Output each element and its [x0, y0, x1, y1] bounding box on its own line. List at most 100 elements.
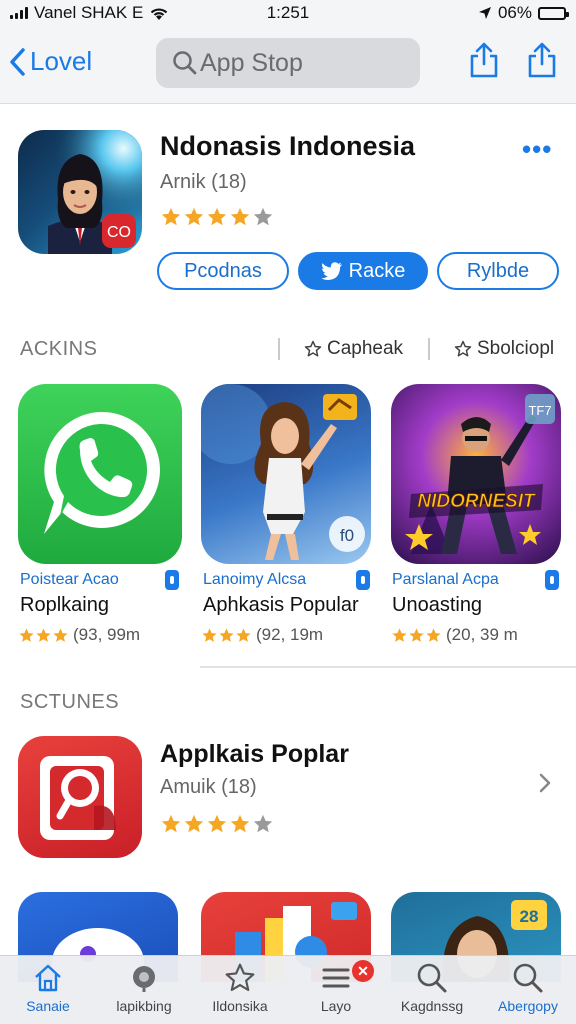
hero-app-subtitle: Arnik (18) [160, 171, 247, 193]
app-card-3-icon[interactable]: NIDORNESIT TF7 [391, 384, 561, 564]
hero-app-title: Ndonasis Indonesia [160, 131, 416, 161]
tab-search-1[interactable]: Kagdnssg [384, 956, 480, 1024]
app-card-1-icon[interactable] [18, 384, 182, 564]
app-card-3-artwork: NIDORNESIT TF7 [405, 394, 555, 554]
app-card-1-category: Poistear Acao [20, 571, 119, 588]
search-icon [173, 51, 197, 75]
star-icon [202, 628, 217, 642]
hero-app-artwork: CO [18, 130, 142, 254]
app-card-1-rating: (93, 99m [18, 625, 140, 645]
section-divider [200, 666, 576, 668]
battery-percent: 06% [497, 3, 532, 22]
star-icon [236, 628, 251, 642]
app-card-1-name: Roplkaing [20, 594, 109, 616]
back-label: Lovel [30, 46, 93, 76]
pill-button-3-label: Rylbde [466, 259, 530, 282]
app-card-2-icon[interactable]: f0 [201, 384, 371, 564]
tab-apps[interactable]: lapikbing [96, 956, 192, 1024]
app-card-3-name: Unoasting [392, 594, 483, 616]
pill-button-3[interactable]: Rylbde [437, 252, 559, 290]
section-link-1-label: Capheak [327, 338, 404, 359]
tab-updates[interactable]: ✕ Layo [288, 956, 384, 1024]
app-card-2-rating: (92, 19m [201, 625, 323, 645]
star-outline-icon [454, 340, 472, 357]
chevron-left-icon [10, 47, 25, 76]
app-card-2-stars [201, 625, 252, 645]
tab-search-2[interactable]: Abergopy [480, 956, 576, 1024]
star-icon [219, 628, 234, 642]
section-link-2-label: Sbolciopl [477, 338, 555, 359]
apps-icon [133, 966, 155, 992]
star-icon [36, 628, 51, 642]
bird-icon [320, 262, 342, 280]
star-icon [253, 207, 273, 226]
tab-label: lapikbing [116, 998, 172, 1014]
pill-button-2-label: Racke [348, 259, 406, 282]
pill-button-1-label: Pcodnas [184, 259, 262, 282]
app-card-2-name: Aphkasis Popular [203, 594, 359, 616]
app-card-3-rating: (20, 39 m [391, 625, 518, 645]
search-field[interactable]: App Stop [156, 38, 420, 88]
divider [278, 338, 280, 360]
wifi-icon [151, 7, 168, 20]
app-card-3-get-button[interactable] [545, 570, 559, 590]
star-icon [207, 814, 227, 833]
star-outline-icon [304, 340, 322, 357]
search-doc-icon [40, 756, 116, 840]
star-icon [253, 814, 273, 833]
app-card-3-category: Parslanal Acpa [392, 571, 499, 588]
pill-button-2[interactable]: Racke [298, 252, 428, 290]
back-button[interactable]: Lovel [8, 46, 92, 77]
featured-app-subtitle: Amuik (18) [160, 776, 257, 798]
home-icon [35, 964, 61, 992]
app-card-2-category: Lanoimy Alcsa [203, 571, 307, 588]
featured-rating-stars [160, 813, 274, 835]
featured-app-icon[interactable] [18, 736, 142, 858]
app-card-1-rating-text: (93, 99m [73, 625, 141, 644]
location-icon [478, 7, 491, 19]
tab-label: Kagdnssg [400, 998, 464, 1014]
tab-label: Abergopy [498, 998, 558, 1014]
divider [428, 338, 430, 360]
section-title-sctunes: SCTUNES [20, 691, 120, 713]
app-card-2-get-button[interactable] [356, 570, 370, 590]
hero-app-icon[interactable]: CO [18, 130, 142, 254]
star-icon [230, 814, 250, 833]
tab-featured[interactable]: Ildonsika [192, 956, 288, 1024]
tab-today[interactable]: Sanaie [0, 956, 96, 1024]
tab-label: Sanaie [26, 998, 70, 1014]
app-card-2-artwork: f0 [201, 384, 365, 560]
signal-icon [10, 7, 28, 19]
hero-icon-badge: CO [107, 224, 131, 241]
section-link-1[interactable]: Capheak [304, 338, 403, 360]
search-placeholder: App Stop [200, 48, 303, 77]
list-icon [322, 968, 350, 988]
pill-button-1[interactable]: Pcodnas [157, 252, 289, 290]
app-card-1-get-button[interactable] [165, 570, 179, 590]
chevron-right-icon[interactable] [538, 772, 552, 794]
star-icon [207, 207, 227, 226]
star-icon [53, 628, 68, 642]
app-card-1-stars [18, 625, 69, 645]
star-icon [426, 628, 441, 642]
featured-app-title: Applkais Poplar [160, 740, 349, 768]
star-icon [161, 207, 181, 226]
star-icon [184, 207, 204, 226]
tab-label: Layo [320, 998, 352, 1014]
upload-icon[interactable] [526, 40, 558, 80]
tab-label: Ildonsika [212, 998, 268, 1014]
star-icon [19, 628, 34, 642]
share-icon[interactable] [468, 40, 500, 80]
status-bar: Vanel SHAK E 1:251 06% [0, 0, 576, 26]
chat-bubble-icon [44, 411, 160, 534]
search-icon [417, 963, 447, 993]
notification-badge: ✕ [352, 960, 374, 982]
app-card-3-badge: TF7 [528, 403, 551, 418]
app-card-2-badge: f0 [340, 526, 354, 545]
carrier-label: Vanel SHAK E [34, 3, 144, 22]
navigation-bar: Lovel App Stop [0, 26, 576, 104]
tab-bar: Sanaie lapikbing Ildonsika ✕ Layo Kagdns… [0, 955, 576, 1024]
section-link-2[interactable]: Sbolciopl [454, 338, 554, 360]
more-options-button[interactable]: ••• [522, 134, 552, 165]
section-title-ackins: ACKINS [20, 338, 98, 360]
